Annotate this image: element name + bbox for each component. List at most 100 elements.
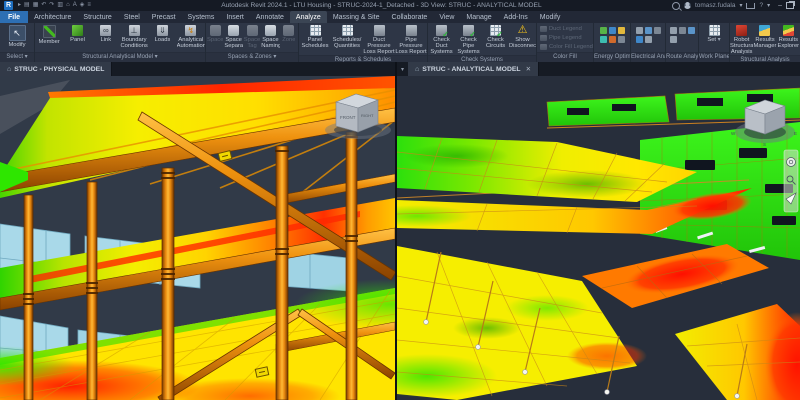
space-tag-button[interactable]: Space Tag [243,24,261,49]
tab-collaborate[interactable]: Collaborate [386,11,434,23]
tab-struc-analytical-model[interactable]: ⌂ STRUC - ANALYTICAL MODEL ✕ [408,62,539,76]
tab-annotate[interactable]: Annotate [250,11,290,23]
analytical-automation-button[interactable]: ↯ Analytical Automation [177,24,205,49]
electrical-tools-icons[interactable] [636,24,661,43]
results-manager-button[interactable]: Results Manager [753,24,776,49]
navigation-bar[interactable] [784,150,798,212]
restore-button[interactable] [786,2,794,9]
space-tag-icon [247,25,258,36]
duct-legend-button[interactable]: Duct Legend [537,25,585,34]
viewcube-front-label[interactable]: FRONT [340,115,356,120]
panel-label-sam[interactable]: Structural Analytical Model ▾ [35,52,205,62]
viewcube-east-label[interactable]: E [794,131,797,136]
tab-massing-site[interactable]: Massing & Site [327,11,386,23]
analytical-panel-icon [72,25,83,36]
user-avatar-icon[interactable] [684,2,691,9]
panel-schedules-button[interactable]: Panel Schedules [299,24,331,49]
set-work-plane-button[interactable]: Set ▾ [699,24,729,43]
print-icon[interactable]: ▥ [57,1,63,10]
analytical-model-view[interactable]: W S E [397,76,800,400]
space-naming-button[interactable]: Space Naming [261,24,279,49]
text-icon[interactable]: A [73,1,77,10]
help-menu-chevron-icon[interactable]: ▾ [767,3,770,9]
schedules-quantities-button[interactable]: Schedules/ Quantities [331,24,363,49]
pipe-pressure-loss-report-button[interactable]: Pipe Pressure Loss Report [395,24,427,55]
viewcube-right-label[interactable]: RIGHT [361,113,374,118]
user-menu-chevron-icon[interactable]: ▾ [739,3,742,9]
zone-button[interactable]: Zone [280,24,298,43]
panel-spaces-zones: Space Space Separator Space Tag Space Na… [206,23,299,62]
open-icon[interactable]: ▸ [18,1,21,10]
tab-systems[interactable]: Systems [182,11,221,23]
check-duct-systems-button[interactable]: ✓ Check Duct Systems [428,24,455,55]
tab-manage[interactable]: Manage [460,11,497,23]
ribbon: ↖ Modify Select ▾ Member Panel ∞ Link [0,23,800,62]
boundary-conditions-button[interactable]: ⊥ Boundary Conditions [120,24,148,49]
tab-architecture[interactable]: Architecture [28,11,77,23]
tab-struc-physical-model[interactable]: ⌂ STRUC - PHYSICAL MODEL [0,62,112,76]
viewcube-south-label[interactable]: S [763,142,766,147]
home-view-icon: ⌂ [7,66,11,73]
panel-label-check[interactable]: Check Systems [428,55,536,62]
tab-file[interactable]: File [0,11,28,23]
minimize-button[interactable]: ‒ [778,2,782,9]
analytical-automation-icon: ↯ [185,25,196,36]
signed-in-user[interactable]: tomasz.fudala [695,2,735,9]
panel-label-electrical[interactable]: Electrical Analysis [631,52,665,62]
modify-button[interactable]: ↖ Modify [0,24,34,48]
check-pipe-systems-button[interactable]: ✓ Check Pipe Systems [455,24,482,55]
close-view-icon[interactable]: ✕ [526,65,531,73]
tab-list-chevron-icon[interactable]: ▾ [397,62,408,76]
panel-energy-optimization: Energy Optimization [594,23,631,62]
color-fill-legend-button[interactable]: Color Fill Legend [537,43,596,52]
physical-model-canvas[interactable]: FRONT RIGHT [0,76,395,400]
section-icon[interactable]: ◈ [80,1,85,10]
app-store-icon[interactable] [746,3,755,9]
search-icon[interactable] [672,2,680,10]
energy-tools-icons[interactable] [600,24,625,43]
revit-logo-icon[interactable]: R [4,1,13,10]
robot-structural-analysis-button[interactable]: Robot Structural Analysis [730,24,753,55]
panel-button[interactable]: Panel [63,24,91,43]
redo-icon[interactable]: ↷ [49,1,54,10]
link-button[interactable]: ∞ Link [92,24,120,43]
pipe-legend-button[interactable]: Pipe Legend [537,34,585,43]
tab-analyze[interactable]: Analyze [290,11,327,23]
loads-button[interactable]: ⇓ Loads [148,24,176,43]
tab-insert[interactable]: Insert [220,11,250,23]
sync-icon[interactable]: ▦ [33,1,39,10]
pipe-legend-icon [540,35,547,41]
panel-label-workplane[interactable]: Work Plane [699,52,729,62]
space-separator-button[interactable]: Space Separator [224,24,242,49]
tab-precast[interactable]: Precast [146,11,182,23]
panel-select: ↖ Modify Select ▾ [0,23,35,62]
tab-structure[interactable]: Structure [77,11,117,23]
check-circuits-button[interactable]: ✓ Check Circuits [482,24,509,49]
help-icon[interactable]: ? [759,2,763,9]
quick-access-toolbar: ▸ ▤ ▦ ↶ ↷ ▥ ⌂ A ◈ ≡ [18,1,91,10]
member-button[interactable]: Member [35,24,63,45]
panel-label-structural[interactable]: Structural Analysis [730,55,800,62]
save-icon[interactable]: ▤ [24,1,30,10]
tab-steel[interactable]: Steel [118,11,146,23]
show-disconnects-button[interactable]: ⚠ Show Disconnects [509,24,536,49]
panel-label-energy[interactable]: Energy Optimization [594,52,630,62]
panel-label-route[interactable]: Route Analysis [666,52,698,62]
duct-pressure-loss-report-button[interactable]: Duct Pressure Loss Report [363,24,395,55]
pipe-report-icon [406,25,417,36]
panel-label-reports[interactable]: Reports & Schedules [299,55,427,62]
thin-lines-icon[interactable]: ≡ [87,1,91,10]
tab-modify[interactable]: Modify [534,11,567,23]
tab-view[interactable]: View [433,11,460,23]
panel-label-spaces[interactable]: Spaces & Zones ▾ [206,52,298,62]
undo-icon[interactable]: ↶ [41,1,46,10]
results-explorer-button[interactable]: Results Explorer [777,24,800,49]
panel-label-select[interactable]: Select ▾ [0,52,34,62]
physical-model-view[interactable]: FRONT RIGHT [0,76,395,400]
route-tools-icons[interactable] [670,24,695,43]
panel-label-colorfill[interactable]: Color Fill [537,52,593,62]
tab-add-ins[interactable]: Add-Ins [498,11,534,23]
default-3d-view-icon[interactable]: ⌂ [66,1,70,10]
space-button[interactable]: Space [206,24,224,43]
analytical-model-canvas[interactable]: W S E [397,76,800,400]
